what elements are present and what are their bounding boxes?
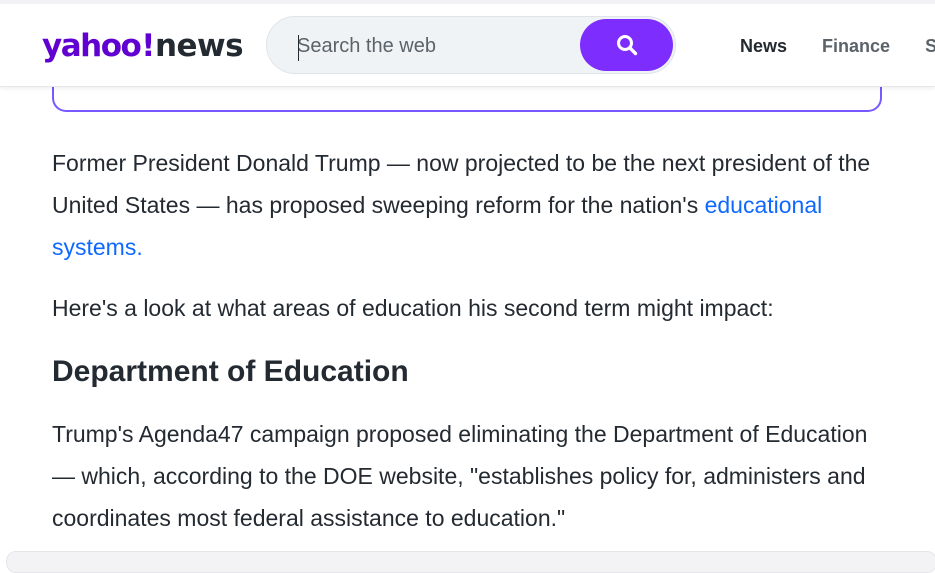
yahoo-news-logo[interactable]: yahoo! news — [42, 26, 244, 66]
logo-brand: yahoo — [42, 28, 142, 64]
paragraph-overview: Here's a look at what areas of education… — [52, 295, 774, 321]
paragraph-doe: Trump's Agenda47 campaign proposed elimi… — [52, 421, 868, 531]
search-bar — [266, 16, 676, 74]
search-button[interactable] — [580, 19, 673, 71]
paragraph-intro: Former President Donald Trump — now proj… — [52, 142, 892, 268]
nav-item-news[interactable]: News — [740, 36, 787, 57]
logo-bang: ! — [141, 28, 155, 64]
section-heading: Department of Education — [52, 355, 409, 388]
text-cursor — [298, 35, 299, 61]
nav-item-finance[interactable]: Finance — [822, 36, 890, 57]
search-icon — [616, 35, 637, 56]
top-nav: News Finance S — [740, 34, 935, 58]
logo-section: news — [154, 28, 244, 64]
bottom-bar — [6, 551, 935, 573]
nav-item-sports[interactable]: S — [925, 36, 935, 57]
site-header: yahoo!news News Finance S — [0, 4, 935, 87]
search-input[interactable] — [297, 31, 567, 61]
